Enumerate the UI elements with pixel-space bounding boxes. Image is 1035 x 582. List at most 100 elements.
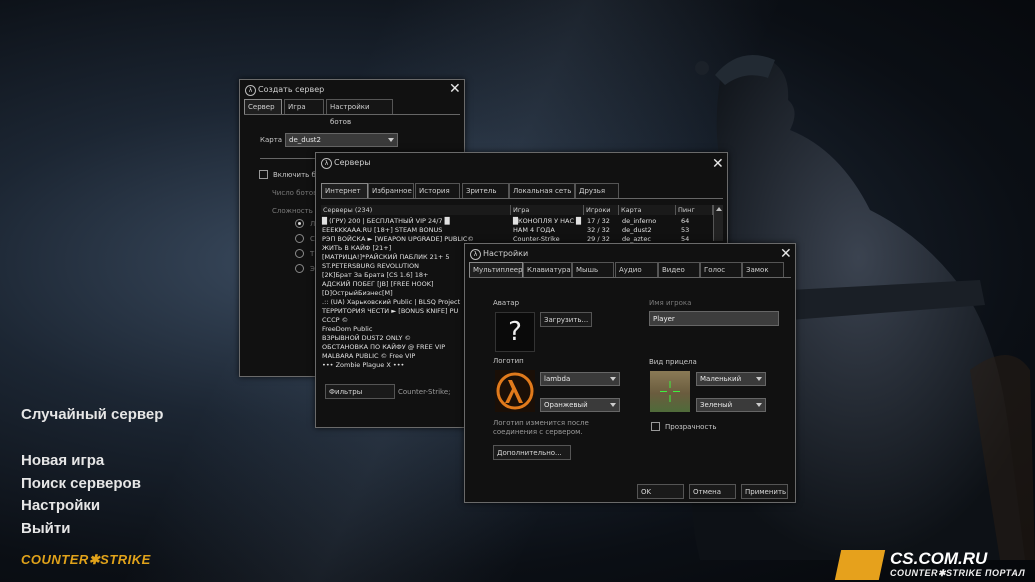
tab-lan[interactable]: Локальная сеть [509,183,575,198]
logo-dropdown[interactable]: lambda [540,372,620,386]
server-row-name[interactable]: FreeDom Public [322,325,372,334]
menu-random-server[interactable]: Случайный сервер [21,406,163,423]
logo-label: Логотип [493,357,524,365]
scroll-up-icon[interactable] [716,207,722,211]
server-row-name[interactable]: ST.PETERSBURG REVOLUTION [322,262,419,271]
server-row-name[interactable]: [D]ОстрыйБизнес[M] [322,289,393,298]
player-name-label: Имя игрока [649,299,692,307]
server-row-name[interactable]: ЖИТЬ В КАЙФ [21+] [322,244,391,253]
logo-color-value: Оранжевый [544,401,588,409]
menu-settings[interactable]: Настройки [21,497,100,514]
enable-bots-checkbox[interactable] [259,170,268,179]
settings-titlebar: λ Настройки [465,244,795,264]
server-row-name[interactable]: ТЕРРИТОРИЯ ЧЕСТИ ► [BONUS KNIFE] PU [322,307,458,316]
create-server-title: Создать сервер [258,85,325,94]
difficulty-label: Сложность [272,207,313,215]
tab-lock[interactable]: Замок [742,262,784,277]
tab-game[interactable]: Игра [284,99,324,114]
server-row-name[interactable]: РЭП ВОЙСКА ► [WEAPON UPGRADE] PUBLIC© [322,235,474,244]
server-row-name[interactable]: CCCP © [322,316,348,325]
crosshair-size-dropdown[interactable]: Маленький [696,372,766,386]
tab-server[interactable]: Сервер [244,99,282,114]
logo-value: lambda [544,375,571,383]
badge-site: CS.COM.RU [890,549,988,568]
server-row-name[interactable]: MALBARA PUBLIC © Free VIP [322,352,415,361]
enable-bots-label: Включить бо [273,171,321,179]
column-game[interactable]: Игра [511,205,584,215]
logo-color-dropdown[interactable]: Оранжевый [540,398,620,412]
lambda-logo-icon [496,372,534,410]
tab-voice[interactable]: Голос [700,262,742,277]
lambda-icon: λ [245,85,256,96]
player-name-input[interactable] [649,311,779,326]
tab-spectate[interactable]: Зритель [462,183,509,198]
map-value: de_dust2 [289,136,321,144]
tab-video[interactable]: Видео [658,262,700,277]
server-row-map[interactable]: de_dust2 [622,226,652,235]
server-row-name[interactable]: .:: (UA) Харьковский Public | BLSQ Proje… [322,298,460,307]
chevron-down-icon [610,403,616,407]
menu-find-servers[interactable]: Поиск серверов [21,475,141,492]
crosshair-color-value: Зеленый [700,401,733,409]
close-icon[interactable]: ✕ [449,82,461,96]
crosshair-icon [660,381,680,402]
apply-button[interactable]: Применить [741,484,788,499]
filters-button[interactable]: Фильтры [325,384,395,399]
crosshair-color-dropdown[interactable]: Зеленый [696,398,766,412]
transparency-label: Прозрачность [665,423,717,431]
column-map[interactable]: Карта [619,205,676,215]
server-row-name[interactable]: АДСКИЙ ПОБЕГ [JB] [FREE HOOK] [322,280,434,289]
tab-multiplayer[interactable]: Мультиплеер [469,262,523,277]
tab-favorites[interactable]: Избранное [368,183,414,198]
chevron-down-icon [756,377,762,381]
difficulty-radio-4[interactable] [295,264,304,273]
map-dropdown[interactable]: de_dust2 [285,133,398,147]
difficulty-radio-1[interactable] [295,219,304,228]
server-row-ping[interactable]: 64 [681,217,689,226]
close-icon[interactable]: ✕ [712,157,724,171]
menu-exit[interactable]: Выйти [21,520,70,537]
tab-bot-settings[interactable]: Настройки ботов [326,99,393,126]
transparency-checkbox[interactable] [651,422,660,431]
column-servers[interactable]: Серверы (234) [321,205,511,215]
server-row-name[interactable]: █ (ГРУ) 200 | БЕСПЛАТНЫЙ VIP 24/7 █ [322,217,450,226]
server-row-map[interactable]: de_inferno [622,217,656,226]
tab-internet[interactable]: Интернет [321,183,368,198]
tab-history[interactable]: История [415,183,460,198]
menu-new-game[interactable]: Новая игра [21,452,104,469]
advanced-button[interactable]: Дополнительно... [493,445,571,460]
tab-divider [321,198,723,199]
close-icon[interactable]: ✕ [780,247,792,261]
server-row-players[interactable]: 32 / 32 [587,226,610,235]
server-row-game[interactable]: НАМ 4 ГОДА [513,226,555,235]
tab-audio[interactable]: Аудио [615,262,658,277]
crosshair-size-value: Маленький [700,375,742,383]
badge-square [834,550,886,580]
difficulty-radio-2[interactable] [295,234,304,243]
server-row-players[interactable]: 17 / 32 [587,217,610,226]
server-row-ping[interactable]: 53 [681,226,689,235]
server-row-name[interactable]: ОБСТАНОВКА ПО КАЙФУ @ FREE VIP [322,343,445,352]
column-players[interactable]: Игроки [584,205,619,215]
ok-button[interactable]: OK [637,484,684,499]
server-row-name[interactable]: [2K]Брат За Брата [CS 1.6] 18+ [322,271,428,280]
column-ping[interactable]: Пинг [676,205,713,215]
tab-keyboard[interactable]: Клавиатура [523,262,572,277]
cancel-button[interactable]: Отмена [689,484,736,499]
map-label: Карта [260,136,283,144]
server-row-name[interactable]: [МАТРИЦА!]*РАЙСКИЙ ПАБЛИК 21+ 5 [322,253,450,262]
server-row-name[interactable]: ВЗРЫВНОЙ DUST2 ONLY © [322,334,411,343]
server-row-name[interactable]: ••• Zombie Plague X ••• [322,361,404,370]
tab-friends[interactable]: Друзья [575,183,619,198]
server-list-header: Серверы (234) Игра Игроки Карта Пинг [321,205,723,215]
logo-note: Логотип изменится после соединения с сер… [493,419,589,436]
server-row-name[interactable]: EEEKKKAAA.RU [18+] STEAM BONUS [322,226,442,235]
chevron-down-icon [756,403,762,407]
crosshair-preview [650,371,690,412]
upload-avatar-button[interactable]: Загрузить... [540,312,592,327]
tab-mouse[interactable]: Мышь [572,262,614,277]
lambda-icon: λ [321,158,332,169]
server-list-scrollbar[interactable] [713,205,723,241]
difficulty-radio-3[interactable] [295,249,304,258]
server-row-game[interactable]: █КОНОПЛЯ У НАС █ [513,217,581,226]
